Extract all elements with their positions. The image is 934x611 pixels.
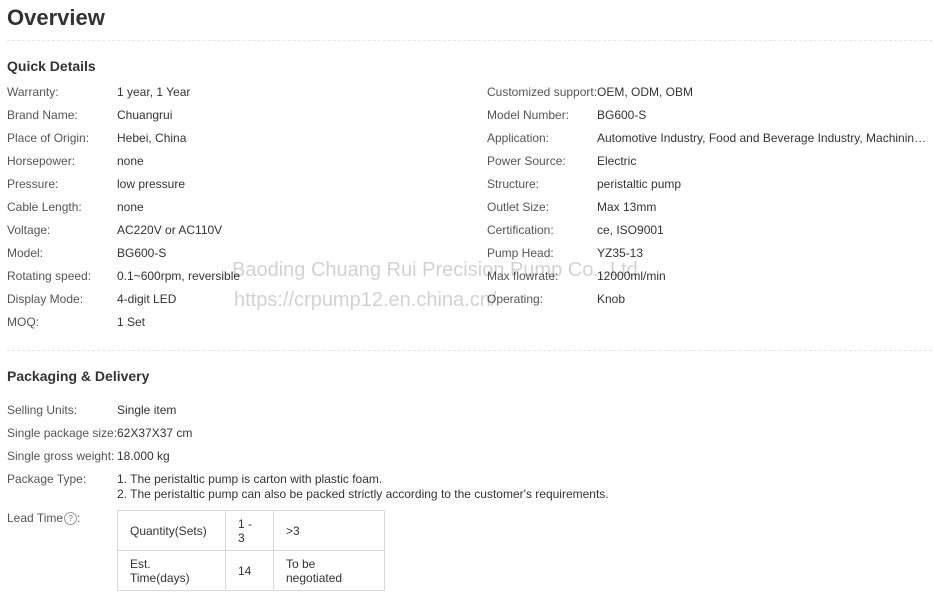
detail-value: 4-digit LED: [117, 292, 177, 306]
detail-value: 12000ml/min: [597, 269, 666, 283]
packaging-label: Selling Units:: [7, 403, 78, 417]
lead-time-colon: :: [77, 511, 81, 525]
detail-value: 0.1~600rpm, reversible: [117, 269, 241, 283]
package-type-line: 1. The peristaltic pump is carton with p…: [117, 472, 383, 486]
detail-label: Rotating speed:: [7, 269, 92, 283]
detail-label: Pressure:: [7, 177, 59, 191]
detail-value: BG600-S: [117, 246, 167, 260]
detail-value: OEM, ODM, OBM: [597, 85, 693, 99]
table-row: Est. Time(days) 14 To be negotiated: [117, 550, 385, 591]
lead-time-text: Lead Time: [7, 511, 64, 525]
watermark-company: Baoding Chuang Rui Precision Pump Co., L…: [232, 259, 638, 281]
detail-label: Cable Length:: [7, 200, 82, 214]
detail-label: Place of Origin:: [7, 131, 90, 145]
packaging-label: Package Type:: [7, 472, 87, 486]
packaging-value: Single item: [117, 403, 177, 417]
table-cell: 14: [225, 550, 274, 591]
detail-value: peristaltic pump: [597, 177, 682, 191]
detail-label: Max flowrate:: [487, 269, 559, 283]
detail-value: YZ35-13: [597, 246, 644, 260]
table-cell: >3: [273, 510, 385, 551]
detail-label: Model:: [7, 246, 44, 260]
table-cell: Est. Time(days): [117, 550, 226, 591]
detail-value: AC220V or AC110V: [117, 223, 223, 237]
help-icon[interactable]: ?: [64, 511, 78, 525]
detail-label: Operating:: [487, 292, 544, 306]
detail-label: Display Mode:: [7, 292, 84, 306]
table-row: Quantity(Sets) 1 - 3 >3: [117, 510, 385, 551]
section-divider: [7, 350, 932, 351]
title-divider: [7, 40, 932, 41]
detail-label: Application:: [487, 131, 550, 145]
detail-label: Power Source:: [487, 154, 566, 168]
detail-value: 1 Set: [117, 315, 146, 329]
packaging-value: 62X37X37 cm: [117, 426, 193, 440]
detail-label: Horsepower:: [7, 154, 76, 168]
package-type-value: 1. The peristaltic pump is carton with p…: [117, 472, 609, 502]
watermark-url: https://crpump12.en.china.cn/: [234, 289, 497, 311]
detail-label: MOQ:: [7, 315, 39, 329]
lead-time-table: Quantity(Sets) 1 - 3 >3 Est. Time(days) …: [117, 510, 385, 591]
detail-value: Max 13mm: [597, 200, 657, 214]
page-title: Overview: [7, 5, 105, 30]
detail-label: Outlet Size:: [487, 200, 550, 214]
detail-label: Pump Head:: [487, 246, 554, 260]
detail-label: Model Number:: [487, 108, 570, 122]
quick-details-heading: Quick Details: [7, 58, 96, 74]
detail-label: Customized support:: [487, 85, 598, 99]
lead-time-label: Lead Time ? :: [7, 511, 80, 525]
table-cell: 1 - 3: [225, 510, 274, 551]
detail-value: Automotive Industry, Food and Beverage I…: [597, 131, 929, 145]
detail-value: BG600-S: [597, 108, 647, 122]
detail-label: Structure:: [487, 177, 540, 191]
detail-label: Brand Name:: [7, 108, 78, 122]
detail-value: low pressure: [117, 177, 186, 191]
detail-label: Voltage:: [7, 223, 51, 237]
table-cell: To be negotiated: [273, 550, 385, 591]
detail-label: Certification:: [487, 223, 554, 237]
packaging-label: Single package size:: [7, 426, 118, 440]
table-cell: Quantity(Sets): [117, 510, 226, 551]
packaging-value: 18.000 kg: [117, 449, 170, 463]
detail-value: ce, ISO9001: [597, 223, 664, 237]
detail-value: none: [117, 200, 144, 214]
detail-value: Hebei, China: [117, 131, 187, 145]
detail-value: none: [117, 154, 144, 168]
detail-value: Chuangrui: [117, 108, 173, 122]
detail-value: Electric: [597, 154, 637, 168]
detail-label: Warranty:: [7, 85, 59, 99]
packaging-label: Single gross weight:: [7, 449, 115, 463]
detail-value: 1 year, 1 Year: [117, 85, 191, 99]
package-type-line: 2. The peristaltic pump can also be pack…: [117, 487, 609, 501]
detail-value: Knob: [597, 292, 626, 306]
packaging-heading: Packaging & Delivery: [7, 368, 150, 384]
